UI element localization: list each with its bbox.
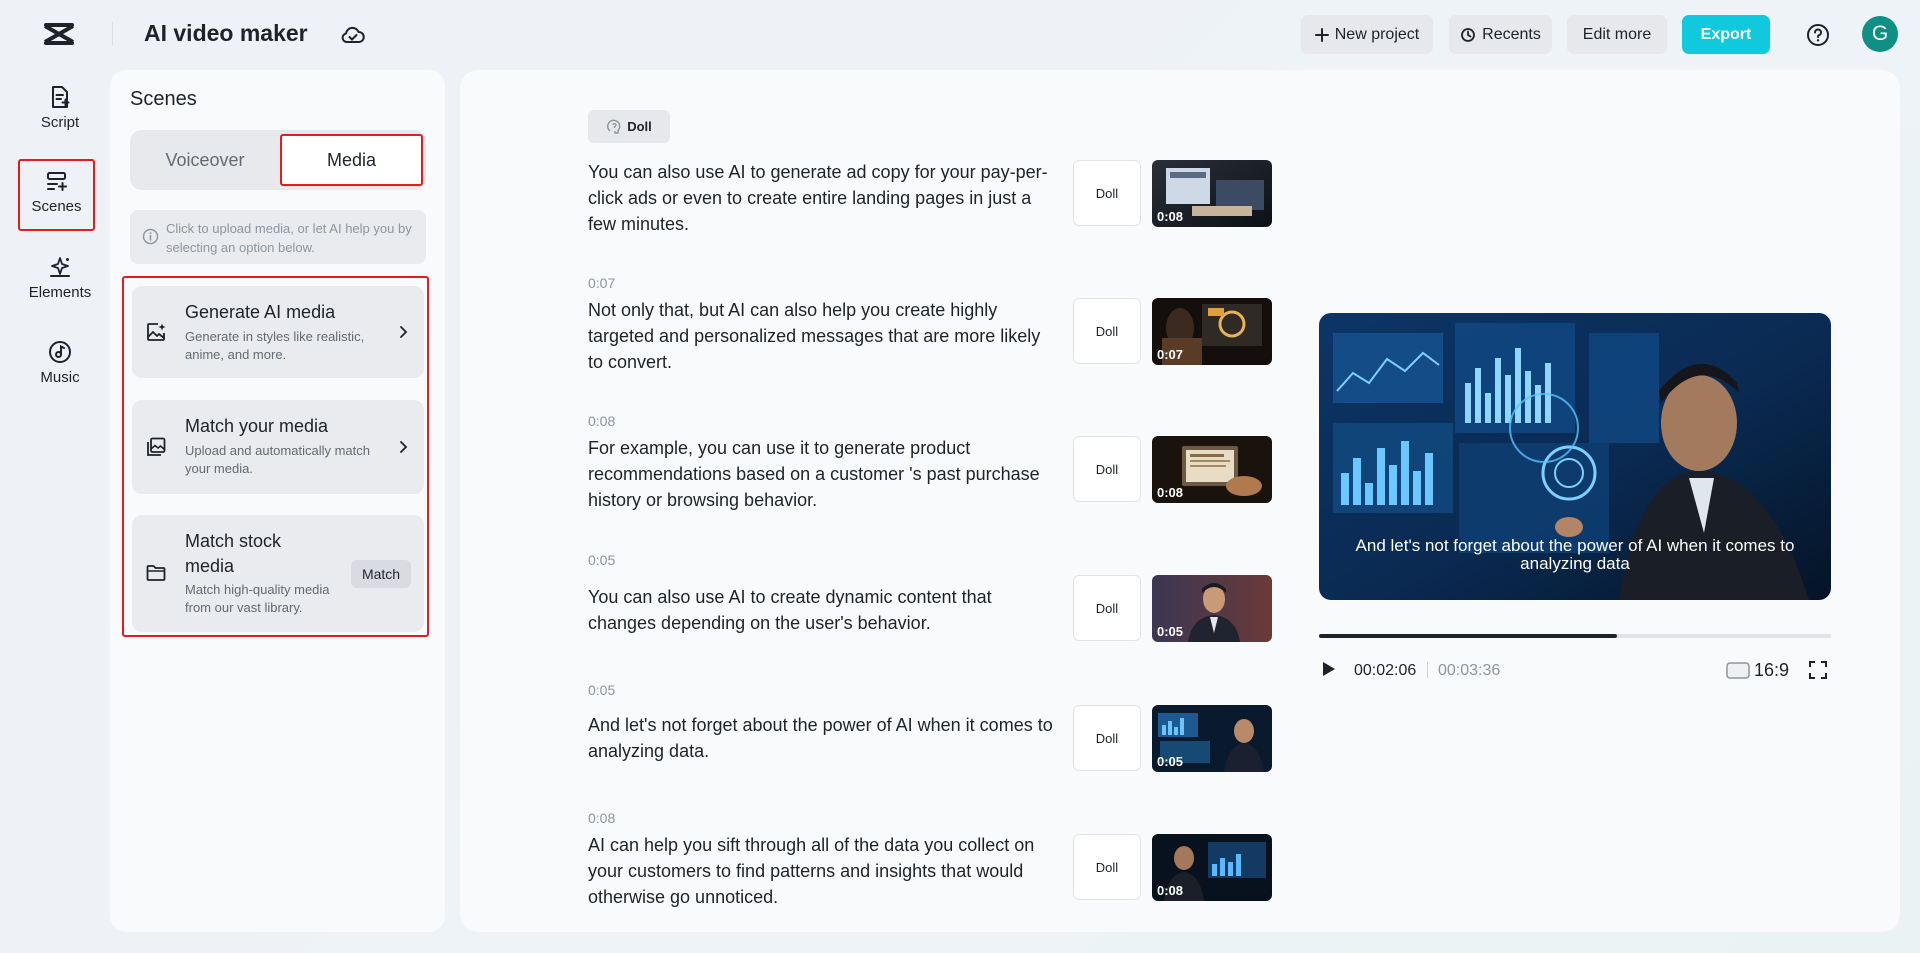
- hint-text: Click to upload media, or let AI help yo…: [166, 221, 412, 255]
- chevron-right-icon: [396, 440, 410, 454]
- voice-button[interactable]: Doll: [1073, 834, 1141, 900]
- thumbnail-duration: 0:07: [1157, 347, 1184, 362]
- sidebar-item-elements[interactable]: Elements: [18, 245, 102, 317]
- sidebar-item-script[interactable]: Script: [18, 75, 102, 147]
- option-description: Generate in styles like realistic, anime…: [185, 329, 365, 362]
- voice-button[interactable]: Doll: [1073, 575, 1141, 641]
- play-icon[interactable]: [1320, 659, 1338, 679]
- scene-text[interactable]: You can also use AI to create dynamic co…: [588, 584, 1058, 636]
- scene-text[interactable]: AI can help you sift through all of the …: [588, 832, 1058, 910]
- export-button[interactable]: Export: [1682, 15, 1770, 54]
- avatar[interactable]: G: [1862, 16, 1898, 52]
- voice-button[interactable]: Doll: [1073, 436, 1141, 502]
- help-icon[interactable]: [1805, 22, 1831, 48]
- video-caption: And let's not forget about the power of …: [1355, 536, 1795, 573]
- history-icon: [1460, 27, 1476, 43]
- recents-button[interactable]: Recents: [1449, 15, 1552, 54]
- info-icon: [142, 228, 159, 245]
- current-time: 00:02:06: [1354, 662, 1417, 679]
- chevron-right-icon: [396, 325, 410, 339]
- capcut-logo-icon[interactable]: [42, 20, 76, 48]
- tab-voiceover[interactable]: Voiceover: [130, 130, 280, 190]
- edit-more-button[interactable]: Edit more: [1567, 15, 1667, 54]
- image-stack-icon: [145, 436, 167, 458]
- thumbnail-duration: 0:05: [1157, 624, 1184, 639]
- folder-icon: [145, 562, 167, 584]
- match-button[interactable]: Match: [351, 560, 411, 588]
- script-icon: [47, 84, 73, 110]
- ai-image-icon: [145, 321, 167, 343]
- match-your-media-option[interactable]: Match your media Upload and automaticall…: [132, 400, 424, 494]
- thumbnail-duration: 0:08: [1157, 485, 1184, 500]
- scene-text[interactable]: For example, you can use it to generate …: [588, 435, 1058, 513]
- playback-progress-fill: [1319, 634, 1618, 638]
- sidebar-item-label: Scenes: [31, 198, 82, 215]
- scene-thumbnail[interactable]: 0:05: [1152, 575, 1272, 642]
- match-stock-media-option[interactable]: Match stock media Match high-quality med…: [132, 515, 424, 632]
- scene-thumbnail[interactable]: 0:05: [1152, 705, 1272, 772]
- total-time: 00:03:36: [1438, 662, 1501, 679]
- voice-button[interactable]: Doll: [1073, 160, 1141, 226]
- music-icon: [47, 339, 73, 365]
- scene-time: 0:08: [588, 413, 616, 429]
- scenes-icon: [44, 168, 70, 194]
- video-preview[interactable]: And let's not forget about the power of …: [1319, 313, 1831, 600]
- option-description: Match high-quality media from our vast l…: [185, 582, 330, 615]
- scene-text[interactable]: You can also use AI to generate ad copy …: [588, 159, 1058, 237]
- sidebar-item-label: Elements: [28, 284, 92, 301]
- new-project-button[interactable]: New project: [1301, 15, 1433, 54]
- voice-button[interactable]: Doll: [1073, 705, 1141, 771]
- aspect-ratio-icon[interactable]: [1726, 662, 1750, 679]
- sidebar-item-label: Script: [40, 114, 80, 131]
- edit-more-label: Edit more: [1582, 25, 1652, 43]
- voice-speaker-icon: [606, 119, 622, 135]
- elements-icon: [47, 254, 73, 280]
- voice-tag-label: Doll: [627, 119, 652, 134]
- header-divider: [112, 22, 113, 46]
- scene-time: 0:05: [588, 552, 616, 568]
- scene-time: 0:07: [588, 275, 616, 291]
- option-title: Match stock media: [185, 531, 282, 576]
- option-description: Upload and automatically match your medi…: [185, 443, 370, 476]
- plus-icon: [1314, 27, 1329, 42]
- scene-time: 0:08: [588, 810, 616, 826]
- app-title: AI video maker: [144, 20, 308, 46]
- voice-tag[interactable]: Doll: [588, 110, 670, 143]
- cloud-save-icon[interactable]: [340, 22, 366, 48]
- export-label: Export: [1700, 25, 1752, 43]
- time-divider: [1427, 662, 1428, 678]
- fullscreen-icon[interactable]: [1808, 660, 1828, 680]
- thumbnail-duration: 0:08: [1157, 209, 1184, 224]
- new-project-label: New project: [1334, 25, 1420, 43]
- option-title: Match your media: [185, 416, 329, 436]
- tab-media[interactable]: Media: [280, 134, 423, 186]
- top-bar: AI video maker New project Recents Edit …: [0, 0, 1920, 68]
- voice-button[interactable]: Doll: [1073, 298, 1141, 364]
- recents-label: Recents: [1482, 25, 1541, 43]
- scene-time: 0:05: [588, 682, 616, 698]
- aspect-ratio-label[interactable]: 16:9: [1754, 660, 1789, 681]
- upload-hint: Click to upload media, or let AI help yo…: [130, 210, 426, 264]
- scene-text[interactable]: And let's not forget about the power of …: [588, 712, 1058, 764]
- scene-thumbnail[interactable]: 0:08: [1152, 834, 1272, 901]
- sidebar-item-music[interactable]: Music: [18, 330, 102, 402]
- option-title: Generate AI media: [185, 302, 336, 322]
- playback-progress-bar[interactable]: [1319, 634, 1831, 638]
- thumbnail-duration: 0:08: [1157, 883, 1184, 898]
- panel-title: Scenes: [130, 88, 197, 110]
- sidebar-item-scenes[interactable]: Scenes: [18, 159, 95, 231]
- scene-thumbnail[interactable]: 0:07: [1152, 298, 1272, 365]
- sidebar-item-label: Music: [40, 369, 80, 386]
- generate-ai-media-option[interactable]: Generate AI media Generate in styles lik…: [132, 286, 424, 378]
- scene-thumbnail[interactable]: 0:08: [1152, 436, 1272, 503]
- scene-thumbnail[interactable]: 0:08: [1152, 160, 1272, 227]
- scene-text[interactable]: Not only that, but AI can also help you …: [588, 297, 1058, 375]
- thumbnail-duration: 0:05: [1157, 754, 1184, 769]
